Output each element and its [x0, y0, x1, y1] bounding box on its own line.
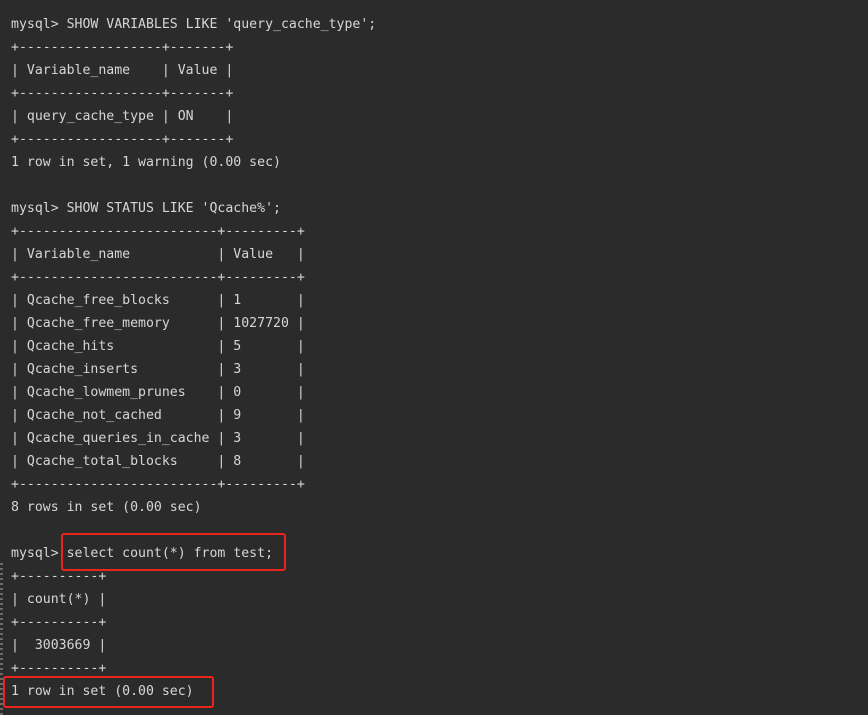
terminal-line: +-------------------------+---------+: [11, 477, 305, 492]
terminal-line: | Qcache_free_memory | 1027720 |: [11, 316, 305, 331]
terminal-line: | Variable_name | Value |: [11, 247, 305, 262]
terminal-line: | Qcache_free_blocks | 1 |: [11, 293, 305, 308]
terminal-line: +------------------+-------+: [11, 86, 234, 101]
terminal-line: | 3003669 |: [11, 638, 107, 653]
terminal-line: +------------------+-------+: [11, 40, 234, 55]
terminal-line: 1 row in set, 1 warning (0.00 sec): [11, 155, 281, 170]
terminal-line: | Qcache_inserts | 3 |: [11, 362, 305, 377]
terminal-line: +-------------------------+---------+: [11, 224, 305, 239]
terminal-line: | Variable_name | Value |: [11, 63, 234, 78]
terminal-line: +-------------------------+---------+: [11, 270, 305, 285]
terminal-output[interactable]: mysql> SHOW VARIABLES LIKE 'query_cache_…: [0, 0, 868, 715]
terminal-line: 8 rows in set (0.00 sec): [11, 500, 202, 515]
terminal-line: mysql> SHOW STATUS LIKE 'Qcache%';: [11, 201, 281, 216]
terminal-line: | Qcache_not_cached | 9 |: [11, 408, 305, 423]
terminal-line: | query_cache_type | ON |: [11, 109, 234, 124]
terminal-line: | Qcache_total_blocks | 8 |: [11, 454, 305, 469]
terminal-line: | Qcache_lowmem_prunes | 0 |: [11, 385, 305, 400]
highlight-box-query: [61, 533, 286, 571]
terminal-line: | Qcache_queries_in_cache | 3 |: [11, 431, 305, 446]
highlight-box-result: [3, 676, 214, 708]
terminal-line: | Qcache_hits | 5 |: [11, 339, 305, 354]
terminal-line: +----------+: [11, 615, 107, 630]
terminal-line: | count(*) |: [11, 592, 107, 607]
terminal-line: mysql> SHOW VARIABLES LIKE 'query_cache_…: [11, 17, 377, 32]
terminal-line: +------------------+-------+: [11, 132, 234, 147]
